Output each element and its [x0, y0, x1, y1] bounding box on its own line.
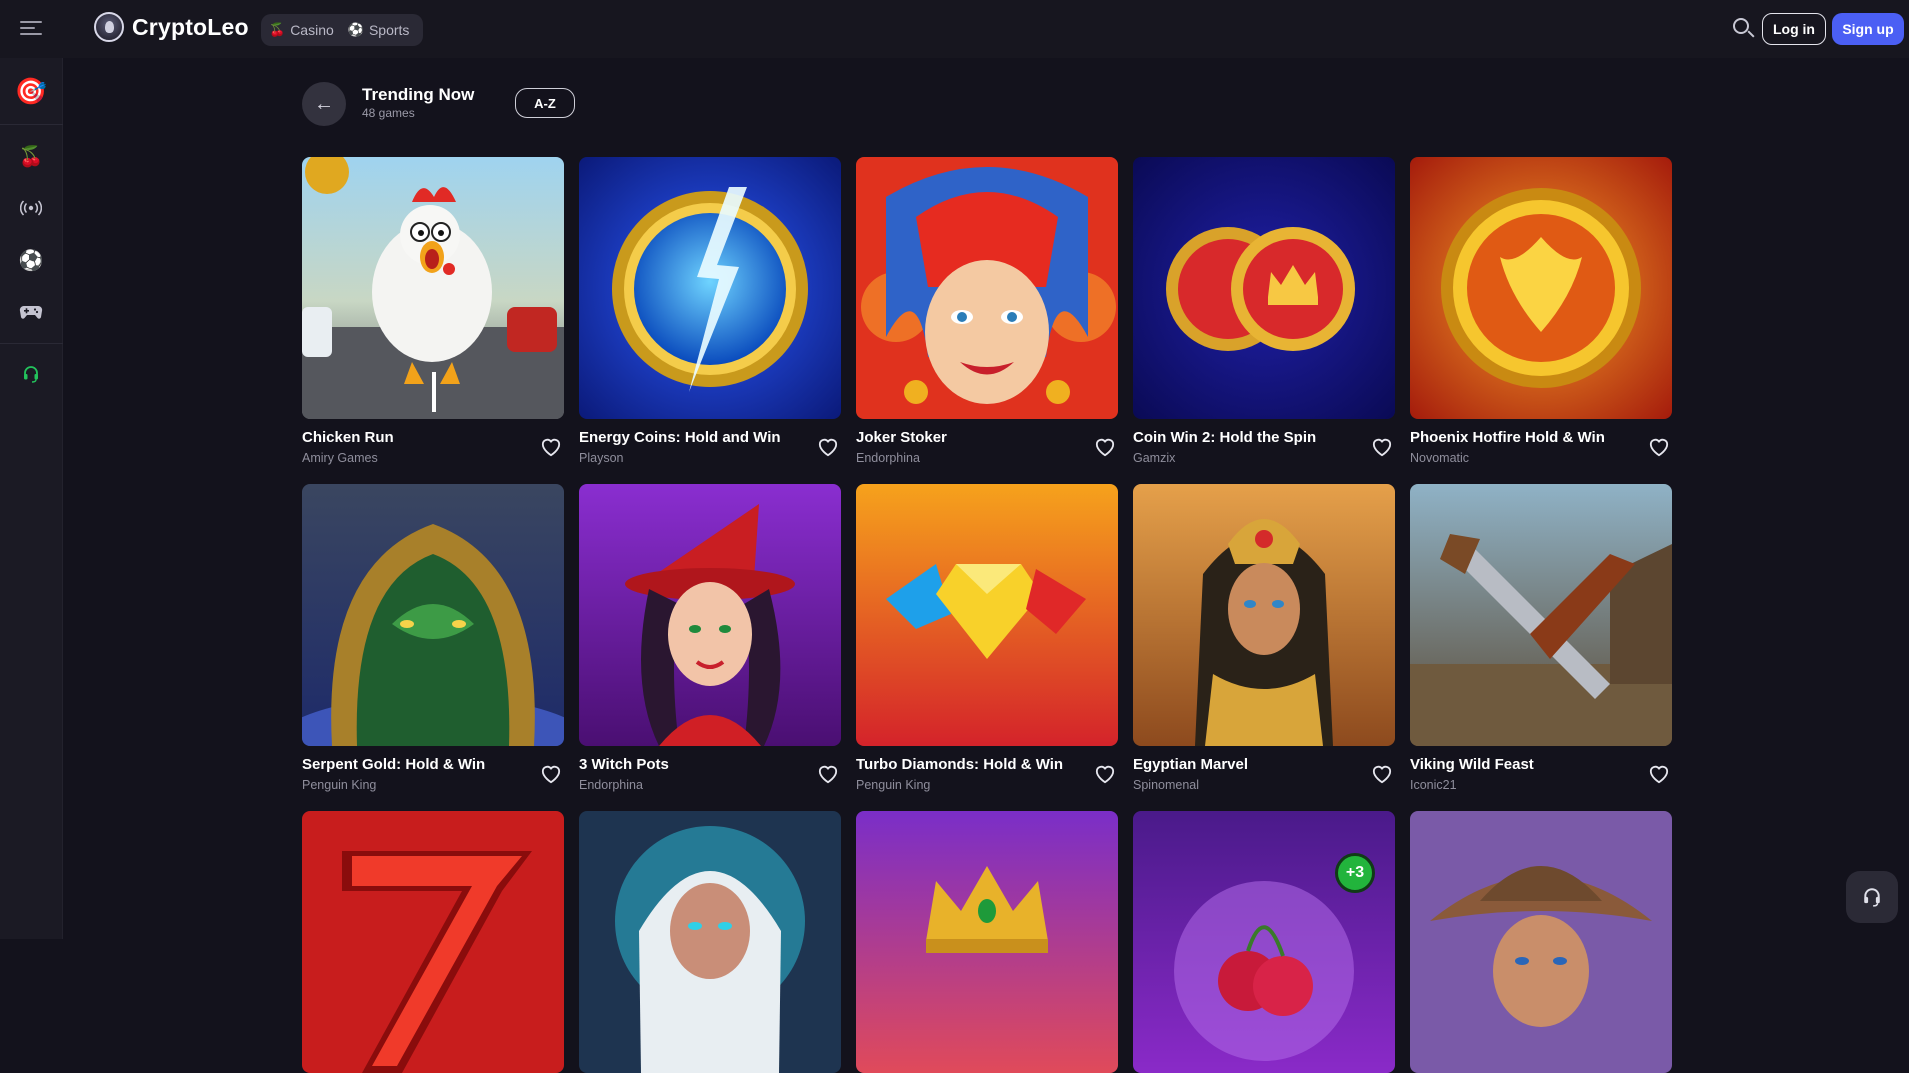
game-title[interactable]: 3 Witch Pots: [579, 756, 669, 773]
brand-name: CryptoLeo: [132, 13, 249, 40]
heart-icon[interactable]: [1094, 764, 1116, 784]
game-provider[interactable]: Gamzix: [1133, 451, 1175, 465]
main-nav: 🍒 Casino ⚽ Sports: [261, 14, 423, 46]
game-thumbnail[interactable]: [1133, 157, 1395, 419]
game-thumbnail[interactable]: [302, 811, 564, 1073]
headset-icon[interactable]: [14, 357, 48, 391]
game-title[interactable]: Viking Wild Feast: [1410, 756, 1534, 773]
headset-icon: [1864, 888, 1880, 907]
game-thumbnail[interactable]: [579, 811, 841, 1073]
game-thumbnail[interactable]: [1410, 484, 1672, 746]
game-card[interactable]: Energy Coins: Hold and Win Playson: [579, 157, 841, 465]
game-thumbnail[interactable]: [1410, 157, 1672, 419]
game-provider[interactable]: Amiry Games: [302, 451, 378, 465]
target-dart-icon[interactable]: 🎯: [10, 70, 52, 112]
cherries-icon: 🍒: [269, 22, 286, 37]
support-chat-button[interactable]: [1846, 871, 1898, 923]
nav-sports-label: Sports: [368, 22, 410, 38]
game-thumbnail[interactable]: [1410, 811, 1672, 1073]
heart-icon[interactable]: [1371, 437, 1393, 457]
game-card[interactable]: Coin Win 2: Hold the Spin Gamzix: [1133, 157, 1395, 465]
heart-icon[interactable]: [540, 437, 562, 457]
game-card[interactable]: +3: [1133, 811, 1395, 1073]
game-title[interactable]: Joker Stoker: [856, 429, 947, 446]
game-thumbnail[interactable]: [302, 157, 564, 419]
game-provider[interactable]: Novomatic: [1410, 451, 1469, 465]
game-card[interactable]: [579, 811, 841, 1073]
game-thumbnail[interactable]: [579, 157, 841, 419]
signup-button[interactable]: Sign up: [1832, 13, 1904, 45]
game-provider[interactable]: Iconic21: [1410, 778, 1457, 792]
heart-icon[interactable]: [540, 764, 562, 784]
heart-icon[interactable]: [1371, 764, 1393, 784]
game-provider[interactable]: Spinomenal: [1133, 778, 1199, 792]
game-title[interactable]: Phoenix Hotfire Hold & Win: [1410, 429, 1605, 446]
gamepad-icon[interactable]: [14, 295, 48, 329]
heart-icon[interactable]: [1094, 437, 1116, 457]
soccer-ball-icon[interactable]: ⚽: [14, 243, 48, 277]
hamburger-menu-icon[interactable]: [18, 18, 44, 38]
game-title[interactable]: Energy Coins: Hold and Win: [579, 429, 781, 446]
page-title: Trending Now: [362, 85, 475, 104]
nav-casino-label: Casino: [290, 22, 334, 38]
game-thumbnail[interactable]: [1133, 484, 1395, 746]
brand-logo[interactable]: CryptoLeo: [94, 12, 249, 42]
game-card[interactable]: [1410, 811, 1672, 1073]
cherries-icon[interactable]: 🍒: [14, 139, 48, 173]
game-title[interactable]: Turbo Diamonds: Hold & Win: [856, 756, 1063, 773]
game-card[interactable]: 3 Witch Pots Endorphina: [579, 484, 841, 792]
game-thumbnail[interactable]: [856, 157, 1118, 419]
game-thumbnail[interactable]: [302, 484, 564, 746]
game-card[interactable]: Joker Stoker Endorphina: [856, 157, 1118, 465]
sidebar-divider: [0, 124, 63, 125]
heart-icon[interactable]: [1648, 764, 1670, 784]
back-arrow-icon[interactable]: ←: [302, 82, 346, 126]
bonus-badge: +3: [1335, 853, 1375, 893]
game-provider[interactable]: Penguin King: [856, 778, 930, 792]
game-title[interactable]: Coin Win 2: Hold the Spin: [1133, 429, 1316, 446]
game-provider[interactable]: Penguin King: [302, 778, 376, 792]
soccer-ball-icon: ⚽: [347, 22, 364, 37]
sort-az-button[interactable]: A-Z: [515, 88, 575, 118]
nav-sports[interactable]: ⚽ Sports: [348, 22, 410, 38]
heart-icon[interactable]: [817, 764, 839, 784]
sidebar: 🎯 🍒 ⚽: [0, 58, 63, 939]
game-title[interactable]: Egyptian Marvel: [1133, 756, 1248, 773]
nav-casino[interactable]: 🍒 Casino: [269, 22, 334, 38]
game-provider[interactable]: Endorphina: [856, 451, 920, 465]
game-title[interactable]: Serpent Gold: Hold & Win: [302, 756, 485, 773]
game-thumbnail[interactable]: [856, 811, 1118, 1073]
game-title[interactable]: Chicken Run: [302, 429, 394, 446]
game-card[interactable]: [856, 811, 1118, 1073]
heart-icon[interactable]: [817, 437, 839, 457]
search-icon[interactable]: [1731, 16, 1755, 40]
broadcast-icon[interactable]: [14, 191, 48, 225]
game-thumbnail[interactable]: [856, 484, 1118, 746]
game-card[interactable]: Egyptian Marvel Spinomenal: [1133, 484, 1395, 792]
game-count: 48 games: [362, 106, 415, 120]
game-provider[interactable]: Endorphina: [579, 778, 643, 792]
game-thumbnail[interactable]: +3: [1133, 811, 1395, 1073]
game-thumbnail[interactable]: [579, 484, 841, 746]
game-card[interactable]: Phoenix Hotfire Hold & Win Novomatic: [1410, 157, 1672, 465]
main-content: ← Trending Now 48 games A-Z Chicken Run …: [63, 58, 1909, 1073]
login-button[interactable]: Log in: [1762, 13, 1826, 45]
heart-icon[interactable]: [1648, 437, 1670, 457]
sidebar-divider: [0, 343, 63, 344]
game-card[interactable]: Serpent Gold: Hold & Win Penguin King: [302, 484, 564, 792]
top-bar: CryptoLeo 🍒 Casino ⚽ Sports Log in Sign …: [0, 0, 1909, 58]
game-provider[interactable]: Playson: [579, 451, 623, 465]
game-card[interactable]: Chicken Run Amiry Games: [302, 157, 564, 465]
game-card[interactable]: [302, 811, 564, 1073]
lion-logo-icon: [94, 12, 124, 42]
game-card[interactable]: Viking Wild Feast Iconic21: [1410, 484, 1672, 792]
game-card[interactable]: Turbo Diamonds: Hold & Win Penguin King: [856, 484, 1118, 792]
